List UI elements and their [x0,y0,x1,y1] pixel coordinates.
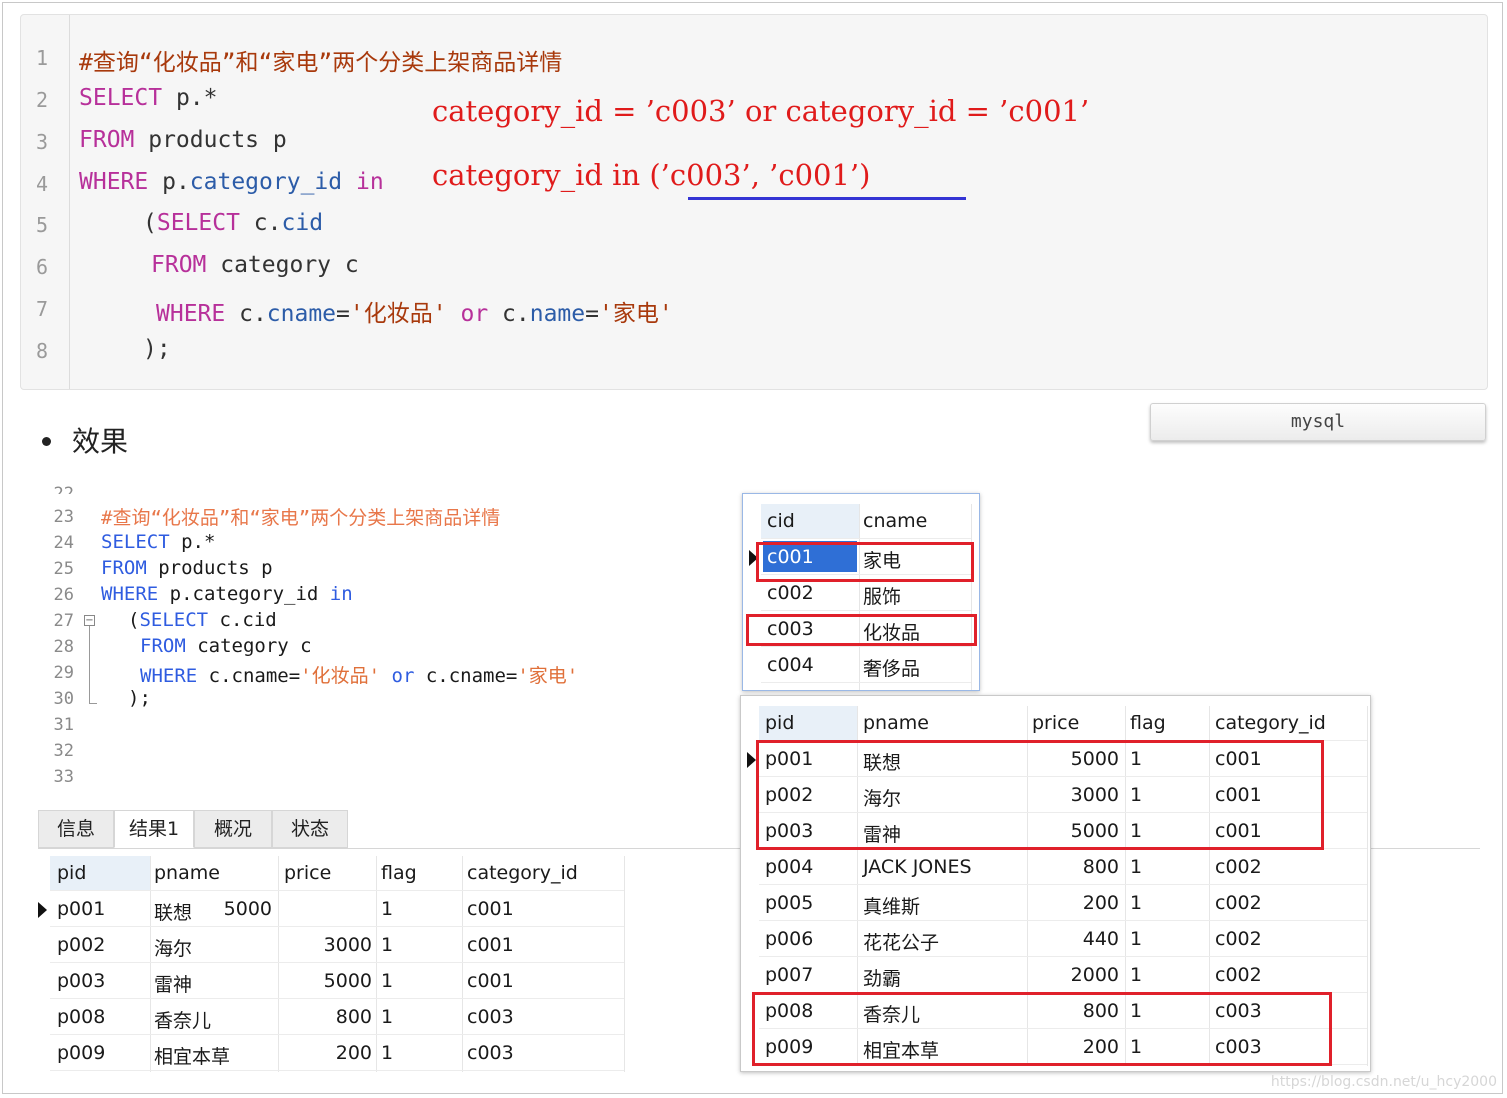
code-line-6: FROM category c [151,252,359,278]
column-header[interactable]: pname [863,712,929,734]
column-header[interactable]: price [284,862,331,884]
annotation-or-condition: category_id = ’c003’ or category_id = ’c… [432,94,1090,128]
category-table-panel: cid cname c001 家电 c002 服饰 c003 化妆品 c004 … [742,493,980,691]
tab-status[interactable]: 状态 [272,810,348,848]
column-header[interactable]: pname [154,862,220,884]
editor-line-number: 26 [53,585,74,605]
annotation-in-condition: category_id in (’c003’, ’c001’) [432,158,871,192]
editor-line-number: 23 [53,507,74,527]
section-heading-effect: 效果 [72,425,129,458]
code-gutter: 1 2 3 4 5 6 7 8 [21,15,70,389]
editor-line-30: ); [128,687,151,709]
editor-line-number: 25 [53,559,74,579]
editor-line-28: FROM category c [140,635,312,657]
editor-line-number: 31 [53,715,74,735]
tab-info[interactable]: 信息 [38,810,114,848]
highlight-box-c001-products [756,740,1324,850]
code-line-2: SELECT p.* [79,85,218,111]
column-header[interactable]: price [1032,712,1079,734]
watermark: https://blog.csdn.net/u_hcy2000 [1270,1074,1497,1090]
code-line-1: #查询“化妆品”和“家电”两个分类上架商品详情 [79,50,563,76]
editor-line-24: SELECT p.* [101,531,216,553]
column-header[interactable]: category_id [1215,712,1326,734]
editor-line-29: WHERE c.cname='化妆品' or c.cname='家电' [140,665,579,687]
fold-guide [89,626,90,704]
editor-line-number: 24 [53,533,74,553]
line-number: 1 [35,46,49,70]
column-header[interactable]: cid [767,510,795,532]
editor-line-27: (SELECT c.cid [128,609,277,631]
code-line-5: (SELECT c.cid [143,210,324,236]
line-number: 5 [35,213,49,237]
line-number: 7 [35,297,49,321]
editor-line-number: 32 [53,741,74,761]
line-number: 3 [35,130,49,154]
line-number: 2 [35,88,49,112]
language-mysql-button[interactable]: mysql [1150,403,1486,441]
tab-result-1[interactable]: 结果1 [114,810,194,848]
editor-line-number: 22 [53,484,74,494]
current-row-arrow-icon [747,752,756,768]
editor-line-number: 29 [53,663,74,683]
fold-guide-end [89,703,97,704]
line-number: 6 [35,255,49,279]
editor-line-number: 27 [53,611,74,631]
line-number: 8 [35,339,49,363]
editor-line-number: 30 [53,689,74,709]
column-header[interactable]: cname [863,510,927,532]
bullet-dot [42,437,51,446]
fold-toggle-icon[interactable]: − [84,615,95,626]
code-line-7: WHERE c.cname='化妆品' or c.name='家电' [156,301,673,327]
column-header[interactable]: pid [765,712,794,734]
column-header[interactable]: category_id [467,862,578,884]
code-line-4: WHERE p.category_id in [79,169,384,195]
editor-line-number: 28 [53,637,74,657]
current-row-arrow-icon [38,902,47,918]
column-header[interactable]: flag [381,862,417,884]
editor-line-26: WHERE p.category_id in [101,583,353,605]
code-line-3: FROM products p [79,127,287,153]
highlight-box-c003 [746,614,977,646]
highlight-box-c001 [756,542,974,582]
editor-line-25: FROM products p [101,557,273,579]
tab-profile[interactable]: 概况 [194,810,272,848]
code-block: 1 2 3 4 5 6 7 8 #查询“化妆品”和“家电”两个分类上架商品详情 … [20,14,1488,390]
highlight-box-c003-products [752,992,1332,1066]
editor-line-number: 33 [53,767,74,787]
editor-line-23: #查询“化妆品”和“家电”两个分类上架商品详情 [101,507,501,529]
column-header[interactable]: flag [1130,712,1166,734]
annotation-underline [688,197,966,200]
column-header[interactable]: pid [57,862,86,884]
code-line-8: ); [143,336,171,362]
line-number: 4 [35,172,49,196]
result-grid: pid pname price flag category_id p001 联想… [34,856,626,1072]
